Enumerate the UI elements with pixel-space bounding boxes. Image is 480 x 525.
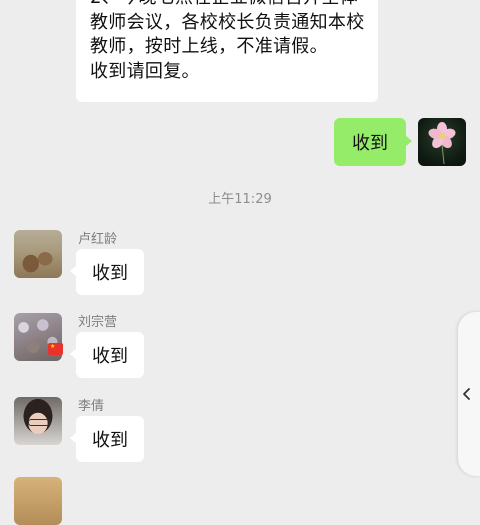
incoming-message-text: 收到 (92, 430, 128, 451)
self-avatar[interactable] (418, 118, 466, 166)
sender-name: 刘宗营 (78, 315, 118, 330)
glasses-icon (28, 419, 50, 426)
outgoing-message-bubble[interactable]: 收到 (334, 118, 412, 166)
incoming-message-bubble[interactable]: 收到 (70, 416, 144, 462)
message-line: 教师会议，各校校长负责通知本校 (90, 11, 365, 33)
message-line: 教师，按时上线，不准请假。 (90, 36, 328, 57)
incoming-message-bubble[interactable]: 收到 (70, 332, 144, 378)
message-timestamp: 上午11:29 (208, 192, 272, 207)
chat-area: 2、今晚七点在企业微信召开全体 教师会议，各校校长负责通知本校 教师，按时上线，… (0, 0, 480, 525)
avatar[interactable] (14, 397, 62, 445)
incoming-message-text: 收到 (92, 263, 128, 284)
outgoing-message-text: 收到 (352, 133, 388, 154)
china-flag-icon: ★ (48, 343, 63, 355)
avatar[interactable] (14, 477, 62, 525)
chevron-left-icon (463, 388, 470, 400)
incoming-message-bubble[interactable]: 收到 (70, 249, 144, 295)
message-line: 收到请回复。 (90, 60, 200, 82)
flower-avatar-icon (428, 122, 456, 165)
incoming-message-text: 收到 (92, 346, 128, 367)
sender-name: 卢红龄 (78, 232, 118, 247)
sender-name: 李倩 (78, 399, 105, 414)
side-panel-toggle[interactable] (458, 312, 480, 476)
avatar[interactable] (14, 230, 62, 278)
message-line: 2、今晚七点在企业微信召开全体 (90, 0, 366, 11)
message-bubble-announcement[interactable]: 2、今晚七点在企业微信召开全体 教师会议，各校校长负责通知本校 教师，按时上线，… (76, 0, 378, 102)
